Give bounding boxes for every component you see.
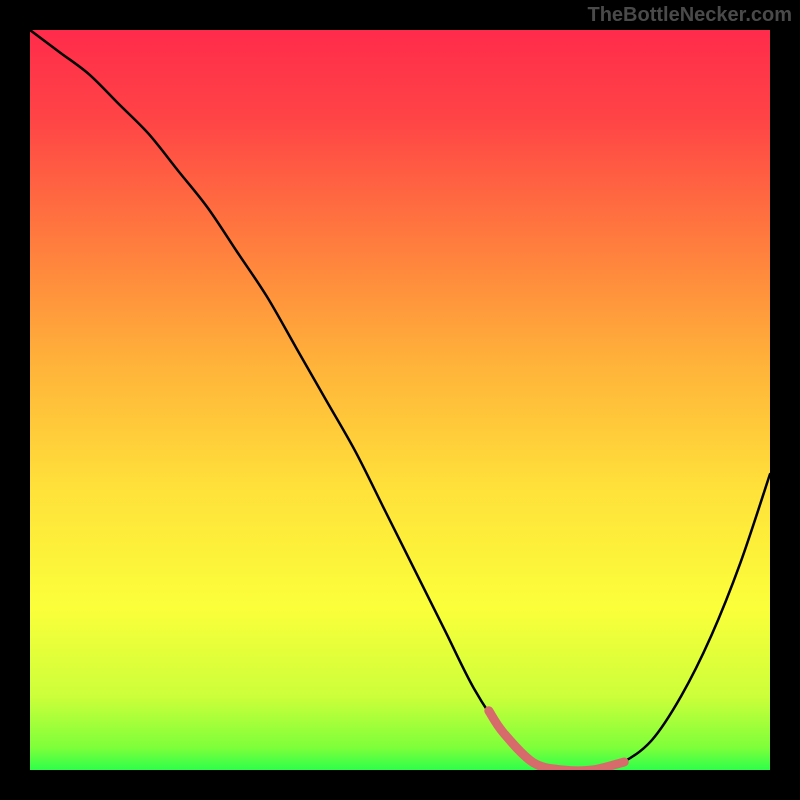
plot-area	[30, 30, 770, 770]
chart-svg	[30, 30, 770, 770]
watermark-text: TheBottleNecker.com	[587, 4, 792, 27]
chart-container: TheBottleNecker.com	[0, 0, 800, 800]
gradient-background	[30, 30, 770, 770]
